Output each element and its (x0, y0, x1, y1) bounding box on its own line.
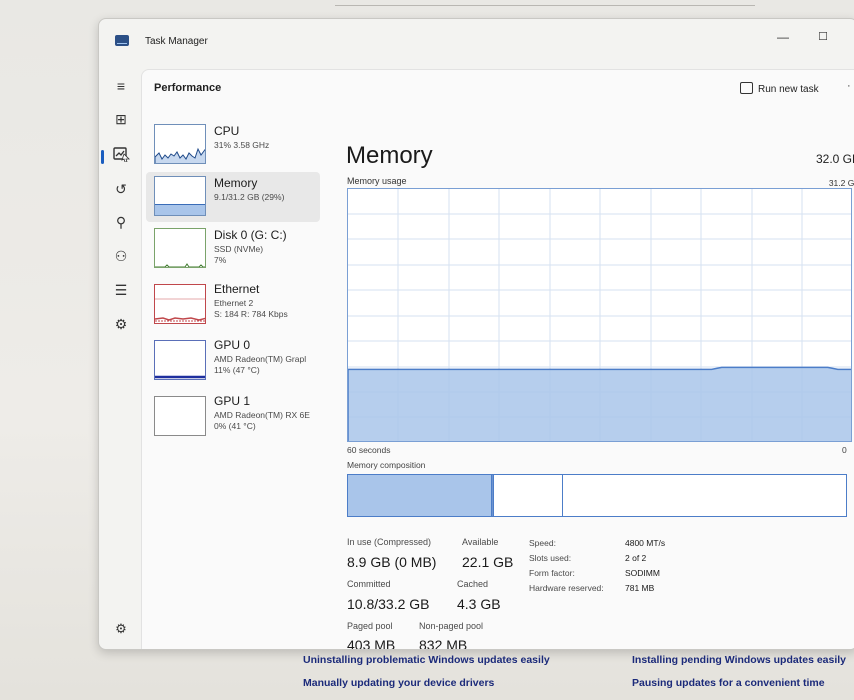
disk-thumbnail-graph (154, 228, 206, 268)
run-new-task-button[interactable]: Run new task (740, 82, 819, 95)
window-title: Task Manager (145, 36, 208, 47)
memory-thumbnail-graph (154, 176, 206, 216)
resource-detail: AMD Radeon(TM) Grapl (214, 354, 307, 364)
memory-graph-max: 31.2 GB (828, 178, 854, 188)
article-link[interactable]: Installing pending Windows updates easil… (632, 654, 846, 666)
resource-item-gpu0[interactable]: GPU 0 AMD Radeon(TM) Grapl 11% (47 °C) (146, 336, 320, 386)
resource-name: Disk 0 (G: C:) (214, 228, 287, 242)
performance-panel: Performance Run new task · CPU 31% 3.58 … (141, 69, 854, 650)
hardware-reserved-value: 781 MB (625, 583, 655, 593)
memory-usage-graph (347, 188, 852, 442)
hardware-reserved-label: Hardware reserved: (529, 583, 604, 593)
composition-standby (494, 475, 563, 516)
resource-name: Memory (214, 176, 258, 190)
performance-icon[interactable] (109, 146, 133, 168)
background-page-edge (335, 0, 755, 6)
slots-used-value: 2 of 2 (625, 553, 647, 563)
article-link[interactable]: Manually updating your device drivers (303, 677, 494, 689)
paged-pool-value: 403 MB (347, 637, 396, 650)
resource-detail: S: 184 R: 784 Kbps (214, 309, 288, 319)
in-use-value: 8.9 GB (0 MB) (347, 554, 437, 570)
resource-detail: 31% 3.58 GHz (214, 140, 270, 150)
speed-label: Speed: (529, 538, 556, 548)
page-title: Performance (154, 82, 222, 94)
resource-item-disk[interactable]: Disk 0 (G: C:) SSD (NVMe) 7% (146, 224, 320, 274)
resource-detail: Ethernet 2 (214, 298, 254, 308)
maximize-icon[interactable]: ☐ (811, 27, 835, 47)
run-task-icon (740, 82, 753, 94)
graph-time-right: 0 (842, 445, 847, 455)
details-icon[interactable]: ☰ (109, 279, 133, 301)
resource-name: GPU 0 (214, 338, 251, 352)
non-paged-pool-label: Non-paged pool (419, 621, 484, 631)
paged-pool-label: Paged pool (347, 621, 393, 631)
title-bar[interactable]: Task Manager — ☐ (99, 19, 854, 65)
hamburger-menu-icon[interactable]: ≡ (109, 75, 133, 97)
resource-detail: 0% (41 °C) (214, 421, 256, 431)
resource-detail: 9.1/31.2 GB (29%) (214, 192, 285, 202)
gpu1-thumbnail-graph (154, 396, 206, 436)
detail-title: Memory (346, 142, 433, 169)
composition-in-use (348, 475, 493, 516)
task-manager-window: Task Manager — ☐ ≡ ⊞ ↺ ⚲ ⚇ ☰ ⚙ ⚙ Perform… (98, 18, 854, 650)
resource-item-gpu1[interactable]: GPU 1 AMD Radeon(TM) RX 6E 0% (41 °C) (146, 392, 320, 442)
cached-value: 4.3 GB (457, 596, 501, 612)
app-history-icon[interactable]: ↺ (109, 178, 133, 200)
run-new-task-label: Run new task (758, 84, 819, 95)
memory-total: 32.0 GB (815, 152, 854, 166)
resource-name: CPU (214, 124, 240, 138)
graph-time-left: 60 seconds (347, 445, 391, 455)
cached-label: Cached (457, 579, 489, 589)
resource-detail: AMD Radeon(TM) RX 6E (214, 410, 310, 420)
memory-thumbnail-fill (155, 203, 205, 215)
processes-icon[interactable]: ⊞ (109, 108, 133, 130)
active-nav-indicator (101, 150, 104, 164)
resource-detail: 11% (47 °C) (214, 365, 260, 375)
memory-composition-label: Memory composition (347, 460, 426, 470)
article-link[interactable]: Pausing updates for a convenient time (632, 677, 825, 689)
more-options-icon[interactable]: · (847, 80, 851, 92)
settings-icon[interactable]: ⚙ (109, 618, 133, 640)
form-factor-label: Form factor: (529, 568, 575, 578)
committed-label: Committed (347, 579, 391, 589)
resource-detail: SSD (NVMe) (214, 244, 264, 254)
gpu0-thumbnail-graph (154, 340, 206, 380)
resource-name: Ethernet (214, 282, 260, 296)
speed-value: 4800 MT/s (625, 538, 666, 548)
users-icon[interactable]: ⚇ (109, 245, 133, 267)
form-factor-value: SODIMM (625, 568, 660, 578)
memory-usage-area (348, 366, 851, 441)
resource-name: GPU 1 (214, 394, 251, 408)
memory-composition-bar (347, 474, 847, 517)
resource-detail: 7% (214, 255, 227, 265)
startup-apps-icon[interactable]: ⚲ (109, 211, 133, 233)
ethernet-thumbnail-graph (154, 284, 206, 324)
article-link[interactable]: Uninstalling problematic Windows updates… (303, 654, 550, 666)
non-paged-pool-value: 832 MB (419, 637, 468, 650)
committed-value: 10.8/33.2 GB (347, 596, 430, 612)
services-icon[interactable]: ⚙ (109, 313, 133, 335)
task-manager-app-icon (115, 35, 129, 46)
memory-usage-label: Memory usage (347, 176, 407, 186)
resource-item-cpu[interactable]: CPU 31% 3.58 GHz (146, 120, 320, 170)
resource-item-memory[interactable]: Memory 9.1/31.2 GB (29%) (146, 172, 320, 222)
available-label: Available (462, 537, 499, 547)
cpu-thumbnail-graph (154, 124, 206, 164)
in-use-label: In use (Compressed) (347, 537, 432, 547)
resource-item-ethernet[interactable]: Ethernet Ethernet 2 S: 184 R: 784 Kbps (146, 280, 320, 330)
available-value: 22.1 GB (462, 554, 514, 570)
minimize-icon[interactable]: — (771, 27, 795, 47)
slots-used-label: Slots used: (529, 553, 572, 563)
